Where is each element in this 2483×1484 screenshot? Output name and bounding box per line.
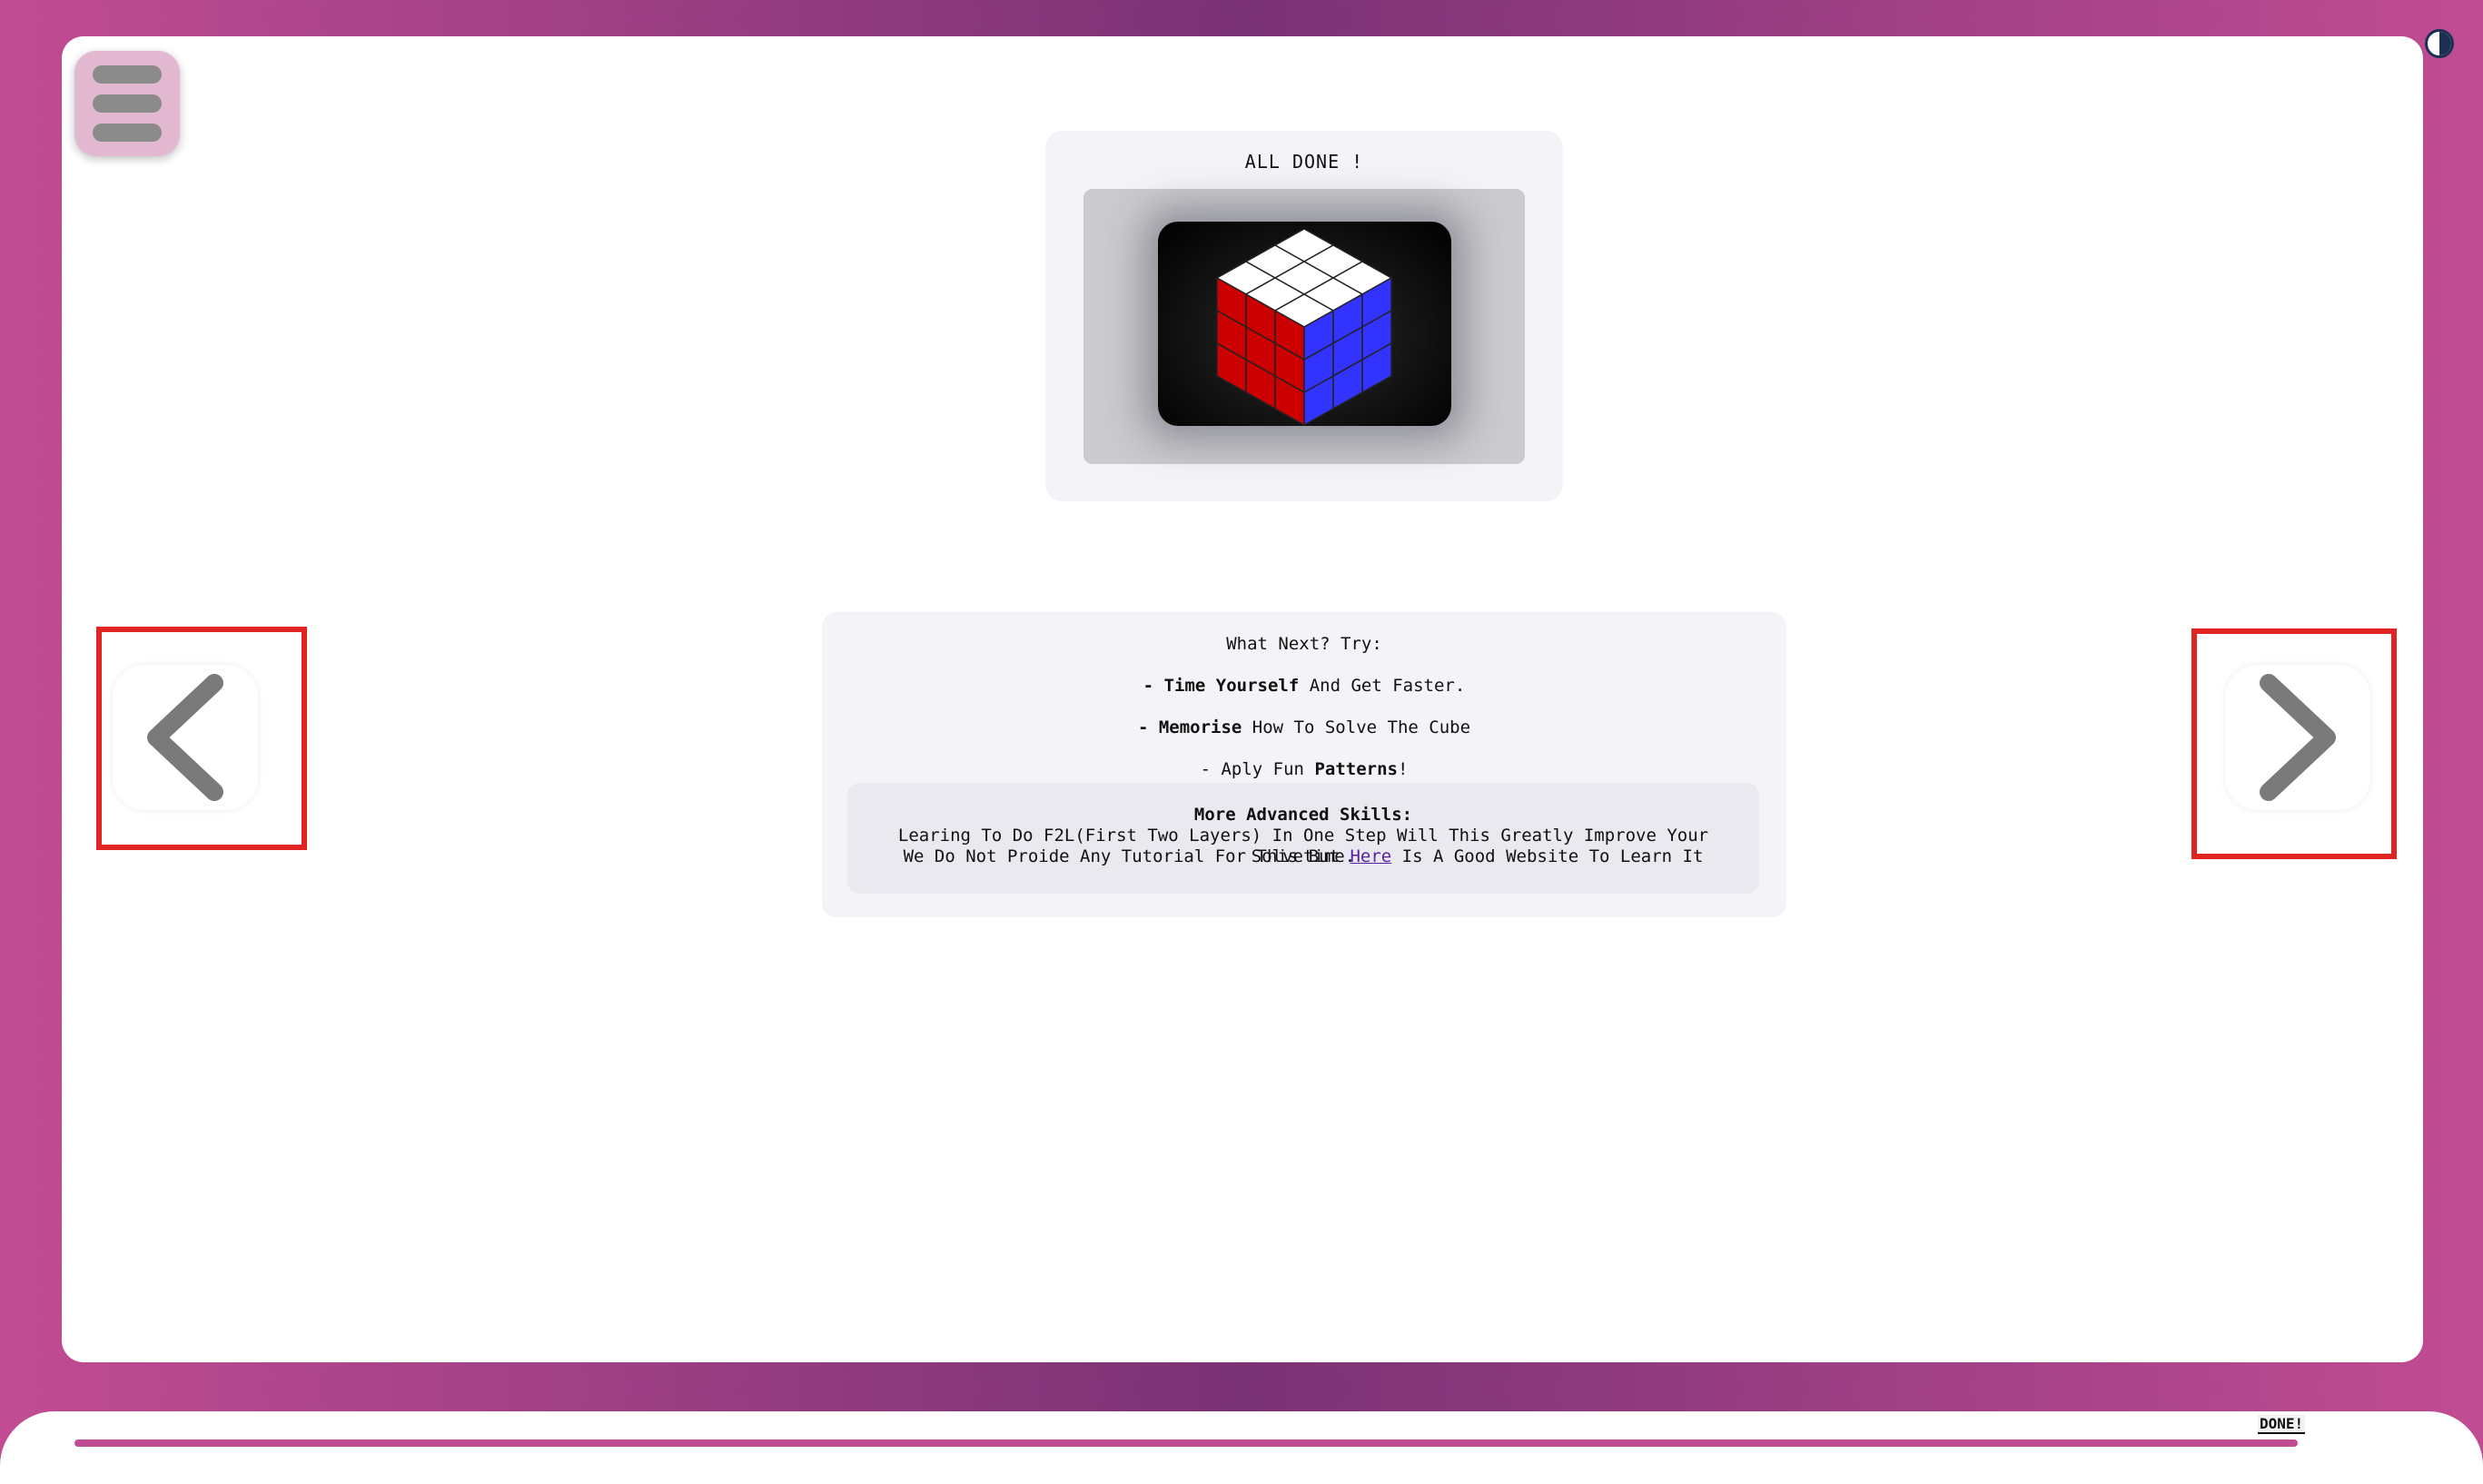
next-button-highlight [2191,628,2397,859]
done-title: ALL DONE ! [1244,151,1364,173]
solved-cube-image [1158,222,1451,427]
theme-toggle-button[interactable] [2425,29,2454,58]
advanced-skills-box: More Advanced Skills: Learing To Do F2L(… [847,783,1759,894]
cube-image-frame [1083,189,1525,464]
cube-icon [1215,228,1393,427]
what-next-card: What Next? Try: - Time Yourself And Get … [822,612,1786,917]
what-next-heading: What Next? Try: [1226,634,1382,654]
tip-memorise: - Memorise How To Solve The Cube [1137,717,1471,737]
hamburger-icon [93,65,162,84]
progress-footer [0,1411,2483,1484]
done-card: ALL DONE ! [1045,131,1563,501]
main-panel: ALL DONE ! What Next? Try: - Time Yourse… [62,36,2423,1362]
advanced-skills-line2: We Do Not Proide Any Tutorial For This B… [903,846,1704,866]
f2l-website-link[interactable]: Here [1350,846,1391,866]
advanced-skills-title: More Advanced Skills: [1193,805,1413,825]
contrast-icon [2439,32,2451,55]
progress-status-label: DONE! [2258,1415,2306,1434]
menu-button[interactable] [74,51,180,156]
previous-button-highlight [96,627,307,850]
tip-patterns: - Aply Fun Patterns! [1200,759,1409,779]
progress-bar [74,1439,2298,1447]
tip-time-yourself: - Time Yourself And Get Faster. [1143,676,1466,696]
